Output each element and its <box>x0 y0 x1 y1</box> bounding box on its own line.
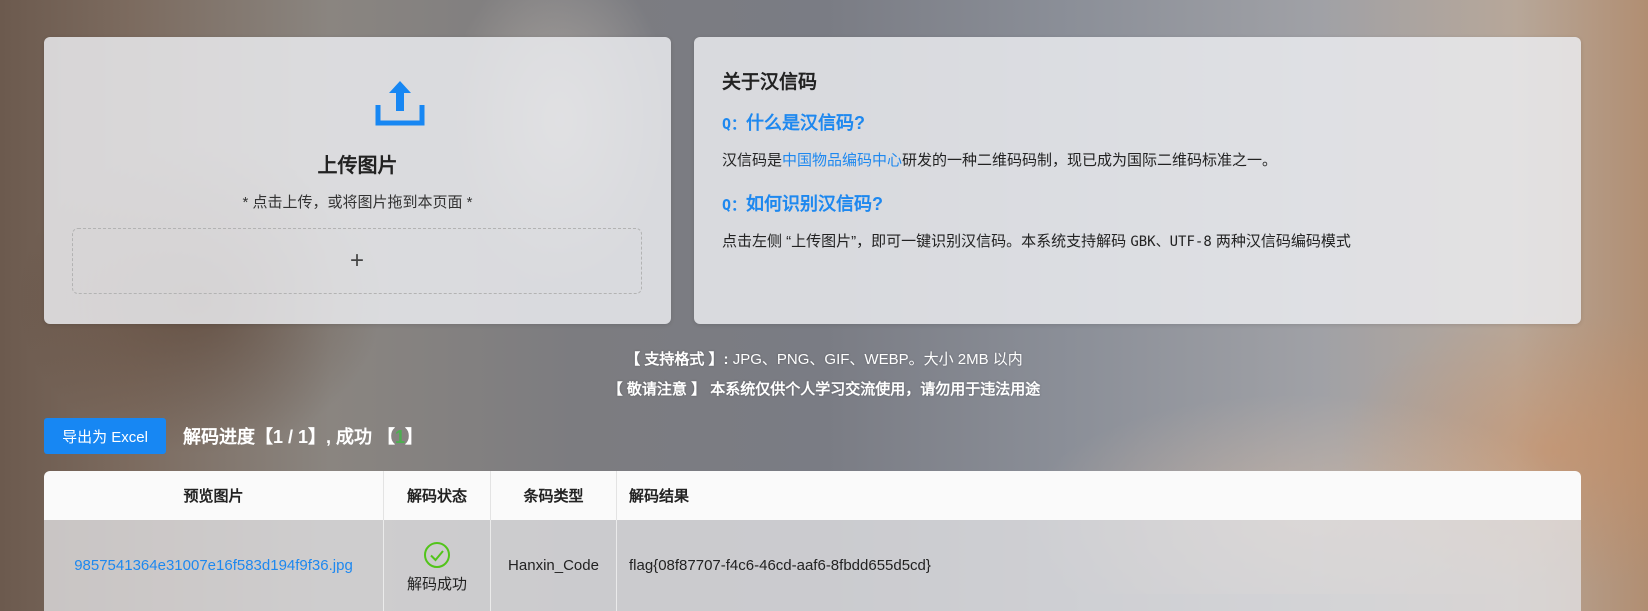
progress-suffix: 】 <box>405 427 424 447</box>
upload-hint: * 点击上传，或将图片拖到本页面 * <box>242 194 473 211</box>
upload-icon <box>375 81 425 126</box>
header-result: 解码结果 <box>629 488 690 505</box>
faq-answer-2-suffix: 两种汉信码编码模式 <box>1211 233 1351 250</box>
table-header: 预览图片 解码状态 条码类型 解码结果 <box>44 471 1581 520</box>
warning-label: 【 敬请注意 】 <box>607 381 707 398</box>
cell-status: 解码成功 <box>384 520 491 611</box>
formats-label: 【 支持格式 】: <box>625 351 729 368</box>
faq-answer-2-prefix: 点击左侧 “上传图片”，即可一键识别汉信码。本系统支持解码 <box>722 233 1131 250</box>
faq-question-1-text: 什么是汉信码? <box>746 113 866 133</box>
progress-prefix: 解码进度【1 / 1】, 成功 【 <box>183 427 396 447</box>
preview-file-link[interactable]: 9857541364e31007e16f583d194f9f36.jpg <box>74 557 353 574</box>
faq-question-2-text: 如何识别汉信码? <box>746 194 884 214</box>
coding-center-link[interactable]: 中国物品编码中心 <box>782 152 902 169</box>
faq-question-1: Q：什么是汉信码? <box>722 109 865 135</box>
faq-answer-1-suffix: 研发的一种二维码码制，现已成为国际二维码标准之一。 <box>902 152 1278 169</box>
header-status: 解码状态 <box>384 471 491 520</box>
q-mark: Q： <box>722 196 747 214</box>
encoding-modes: GBK、UTF-8 <box>1130 234 1212 250</box>
upload-dropzone[interactable]: + <box>72 228 642 294</box>
formats-value: JPG、PNG、GIF、WEBP。大小 2MB 以内 <box>728 351 1023 368</box>
faq-answer-2: 点击左侧 “上传图片”，即可一键识别汉信码。本系统支持解码 GBK、UTF-8 … <box>722 230 1351 251</box>
q-mark: Q： <box>722 115 747 133</box>
add-icon: + <box>349 247 364 274</box>
header-preview: 预览图片 <box>44 471 384 520</box>
usage-warning-notice: 【 敬请注意 】 本系统仅供个人学习交流使用，请勿用于违法用途 <box>0 378 1648 399</box>
check-circle-icon <box>424 542 450 568</box>
supported-formats-notice: 【 支持格式 】: JPG、PNG、GIF、WEBP。大小 2MB 以内 <box>0 348 1648 369</box>
about-title: 关于汉信码 <box>722 72 818 93</box>
upload-title: 上传图片 <box>317 155 398 177</box>
cell-file: 9857541364e31007e16f583d194f9f36.jpg <box>44 520 384 611</box>
progress-success-count: 1 <box>395 427 406 447</box>
upload-card[interactable]: 上传图片 * 点击上传，或将图片拖到本页面 * + <box>44 37 671 324</box>
warning-value: 本系统仅供个人学习交流使用，请勿用于违法用途 <box>710 381 1041 398</box>
cell-result: flag{08f87707-f4c6-46cd-aaf6-8fbdd655d5c… <box>629 557 931 574</box>
results-table: 预览图片 解码状态 条码类型 解码结果 9857541364e31007e16f… <box>44 471 1581 611</box>
cell-type: Hanxin_Code <box>491 520 617 611</box>
table-row: 9857541364e31007e16f583d194f9f36.jpg 解码成… <box>44 520 1581 611</box>
decode-progress: 解码进度【1 / 1】, 成功 【1】 <box>183 423 423 449</box>
faq-answer-1: 汉信码是中国物品编码中心研发的一种二维码码制，现已成为国际二维码标准之一。 <box>722 149 1277 170</box>
about-card: 关于汉信码 Q：什么是汉信码? 汉信码是中国物品编码中心研发的一种二维码码制，现… <box>694 37 1581 324</box>
header-type: 条码类型 <box>491 471 617 520</box>
export-excel-button[interactable]: 导出为 Excel <box>44 418 166 454</box>
faq-answer-1-prefix: 汉信码是 <box>722 152 783 169</box>
faq-question-2: Q：如何识别汉信码? <box>722 190 883 216</box>
status-text: 解码成功 <box>406 576 467 593</box>
